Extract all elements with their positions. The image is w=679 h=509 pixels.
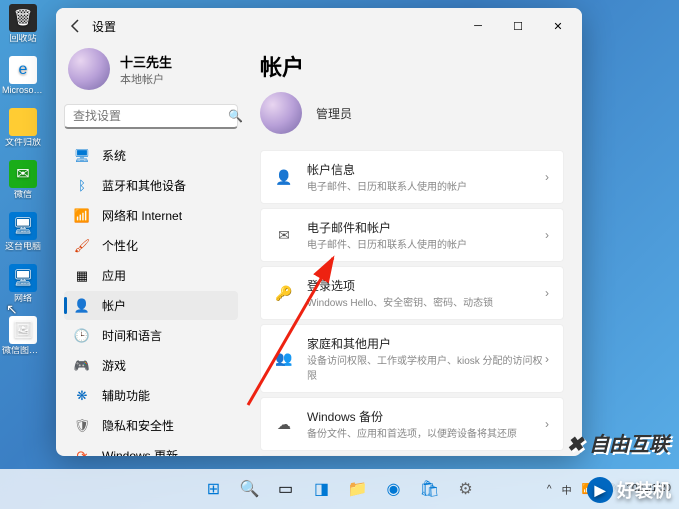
nav-gaming[interactable]: 🎮游戏 — [64, 351, 238, 380]
avatar — [68, 48, 110, 90]
close-button[interactable]: ✕ — [538, 12, 578, 40]
taskbar-taskview[interactable]: ▭ — [270, 473, 302, 505]
bluetooth-icon: ᛒ — [74, 178, 90, 194]
titlebar: 设置 ─ ☐ ✕ — [56, 8, 582, 44]
accessibility-icon: ❋ — [74, 388, 90, 404]
account-role: 管理员 — [316, 105, 352, 122]
card-account-info[interactable]: 👤 帐户信息电子邮件、日历和联系人使用的帐户 › — [260, 150, 564, 204]
settings-cards: 👤 帐户信息电子邮件、日历和联系人使用的帐户 › ✉ 电子邮件和帐户电子邮件、日… — [260, 150, 564, 456]
profile-block[interactable]: 十三先生 本地帐户 — [64, 44, 238, 94]
back-button[interactable] — [68, 18, 84, 34]
start-button[interactable]: ⊞ — [198, 473, 230, 505]
tray-chevron-icon[interactable]: ^ — [547, 484, 552, 495]
desktop-icon-thispc[interactable]: 🖥这台电脑 — [4, 212, 42, 260]
desktop-icon-picture[interactable]: 🖼微信图片_20210911... — [4, 316, 42, 364]
chevron-right-icon: › — [545, 170, 549, 184]
tray-network-icon[interactable]: 📶 — [582, 484, 594, 495]
tray-datetime[interactable]: 2022/1/20 — [627, 483, 672, 495]
wifi-icon: 📶 — [74, 208, 90, 224]
nav-windows-update[interactable]: ⟳Windows 更新 — [64, 441, 238, 456]
nav-accounts[interactable]: 👤帐户 — [64, 291, 238, 320]
id-icon: 👤 — [275, 169, 293, 186]
profile-subtitle: 本地帐户 — [120, 71, 172, 87]
nav-personalization[interactable]: 🖌个性化 — [64, 231, 238, 260]
settings-window: 设置 ─ ☐ ✕ 十三先生 本地帐户 🔍 🖥系统 ᛒ蓝牙和其他设备 📶 — [56, 8, 582, 456]
card-work-school[interactable]: 💼 连接工作或学校帐户电子邮件、应用和网络等组织资源 › — [260, 455, 564, 456]
taskbar-store[interactable]: 🛍 — [414, 473, 446, 505]
desktop-icon-edge[interactable]: eMicrosoft Edge — [4, 56, 42, 104]
main-content: 帐户 管理员 👤 帐户信息电子邮件、日历和联系人使用的帐户 › ✉ 电子邮件和帐… — [246, 44, 582, 456]
system-tray[interactable]: ^ 中 📶 🔊 2022/1/20 — [547, 482, 671, 497]
account-avatar — [260, 92, 302, 134]
watermark-1: ✖ 自由互联 — [567, 428, 669, 457]
taskbar-search[interactable]: 🔍 — [234, 473, 266, 505]
nav-privacy[interactable]: 🛡隐私和安全性 — [64, 411, 238, 440]
account-header: 管理员 — [260, 92, 564, 134]
card-family-users[interactable]: 👥 家庭和其他用户设备访问权限、工作或学校用户、kiosk 分配的访问权限 › — [260, 324, 564, 393]
card-windows-backup[interactable]: ☁ Windows 备份备份文件、应用和首选项，以便跨设备将其还原 › — [260, 397, 564, 451]
taskbar-edge[interactable]: ◉ — [378, 473, 410, 505]
window-title: 设置 — [92, 18, 458, 35]
desktop-icon-folder[interactable]: 文件归放 — [4, 108, 42, 156]
chevron-right-icon: › — [545, 352, 549, 366]
profile-name: 十三先生 — [120, 52, 172, 71]
maximize-button[interactable]: ☐ — [498, 12, 538, 40]
family-icon: 👥 — [275, 350, 293, 367]
game-icon: 🎮 — [74, 358, 90, 374]
chevron-right-icon: › — [545, 417, 549, 431]
nav-apps[interactable]: ▦应用 — [64, 261, 238, 290]
mail-icon: ✉ — [275, 227, 293, 244]
nav-system[interactable]: 🖥系统 — [64, 141, 238, 170]
desktop-icons: 🗑回收站 eMicrosoft Edge 文件归放 ✉微信 🖥这台电脑 🖥网络 … — [0, 0, 45, 368]
minimize-button[interactable]: ─ — [458, 12, 498, 40]
key-icon: 🔑 — [275, 285, 293, 302]
clock-icon: 🕒 — [74, 328, 90, 344]
search-box[interactable]: 🔍 — [64, 104, 238, 129]
nav-bluetooth[interactable]: ᛒ蓝牙和其他设备 — [64, 171, 238, 200]
user-icon: 👤 — [74, 298, 90, 314]
card-signin-options[interactable]: 🔑 登录选项Windows Hello、安全密钥、密码、动态锁 › — [260, 266, 564, 320]
brush-icon: 🖌 — [74, 238, 90, 254]
taskbar: ⊞ 🔍 ▭ ◨ 📁 ◉ 🛍 ⚙ ^ 中 📶 🔊 2022/1/20 — [0, 469, 679, 509]
nav-time-language[interactable]: 🕒时间和语言 — [64, 321, 238, 350]
shield-icon: 🛡 — [74, 418, 90, 434]
card-email-accounts[interactable]: ✉ 电子邮件和帐户电子邮件、日历和联系人使用的帐户 › — [260, 208, 564, 262]
desktop-icon-wechat[interactable]: ✉微信 — [4, 160, 42, 208]
update-icon: ⟳ — [74, 448, 90, 457]
nav-network[interactable]: 📶网络和 Internet — [64, 201, 238, 230]
taskbar-settings[interactable]: ⚙ — [450, 473, 482, 505]
backup-icon: ☁ — [275, 416, 293, 433]
nav-accessibility[interactable]: ❋辅助功能 — [64, 381, 238, 410]
taskbar-widgets[interactable]: ◨ — [306, 473, 338, 505]
display-icon: 🖥 — [74, 148, 90, 164]
chevron-right-icon: › — [545, 228, 549, 242]
page-heading: 帐户 — [260, 50, 564, 82]
desktop-icon-network[interactable]: 🖥网络 — [4, 264, 42, 312]
tray-ime-icon[interactable]: 中 — [562, 482, 572, 497]
nav-list: 🖥系统 ᛒ蓝牙和其他设备 📶网络和 Internet 🖌个性化 ▦应用 👤帐户 … — [64, 141, 238, 456]
search-icon: 🔍 — [228, 109, 243, 123]
desktop-icon-recycle[interactable]: 🗑回收站 — [4, 4, 42, 52]
search-input[interactable] — [73, 109, 228, 123]
chevron-right-icon: › — [545, 286, 549, 300]
taskbar-explorer[interactable]: 📁 — [342, 473, 374, 505]
sidebar: 十三先生 本地帐户 🔍 🖥系统 ᛒ蓝牙和其他设备 📶网络和 Internet 🖌… — [56, 44, 246, 456]
apps-icon: ▦ — [74, 268, 90, 284]
tray-volume-icon[interactable]: 🔊 — [604, 484, 616, 495]
